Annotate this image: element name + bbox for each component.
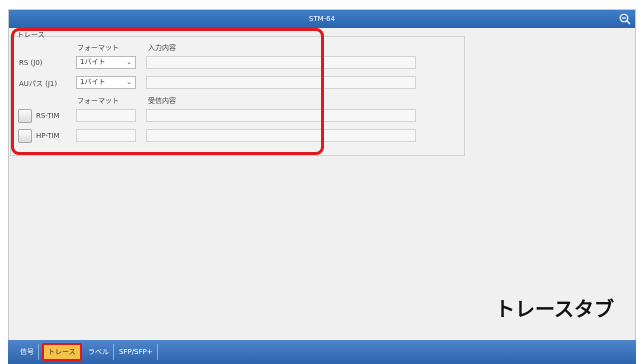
trace-section-highlight: [11, 28, 324, 155]
window-title: STM-64: [308, 15, 336, 23]
zoom-out-icon[interactable]: [619, 13, 631, 25]
tab-trace[interactable]: トレース: [42, 343, 82, 361]
tab-signal[interactable]: 信号: [16, 344, 39, 360]
trace-tab-annotation: トレースタブ: [495, 297, 614, 321]
bottom-tab-bar: 信号 トレース ラベル SFP/SFP+: [8, 340, 636, 364]
tab-label[interactable]: ラベル: [84, 344, 114, 360]
tab-sfp[interactable]: SFP/SFP+: [115, 344, 158, 360]
title-bar: STM-64: [9, 10, 635, 28]
